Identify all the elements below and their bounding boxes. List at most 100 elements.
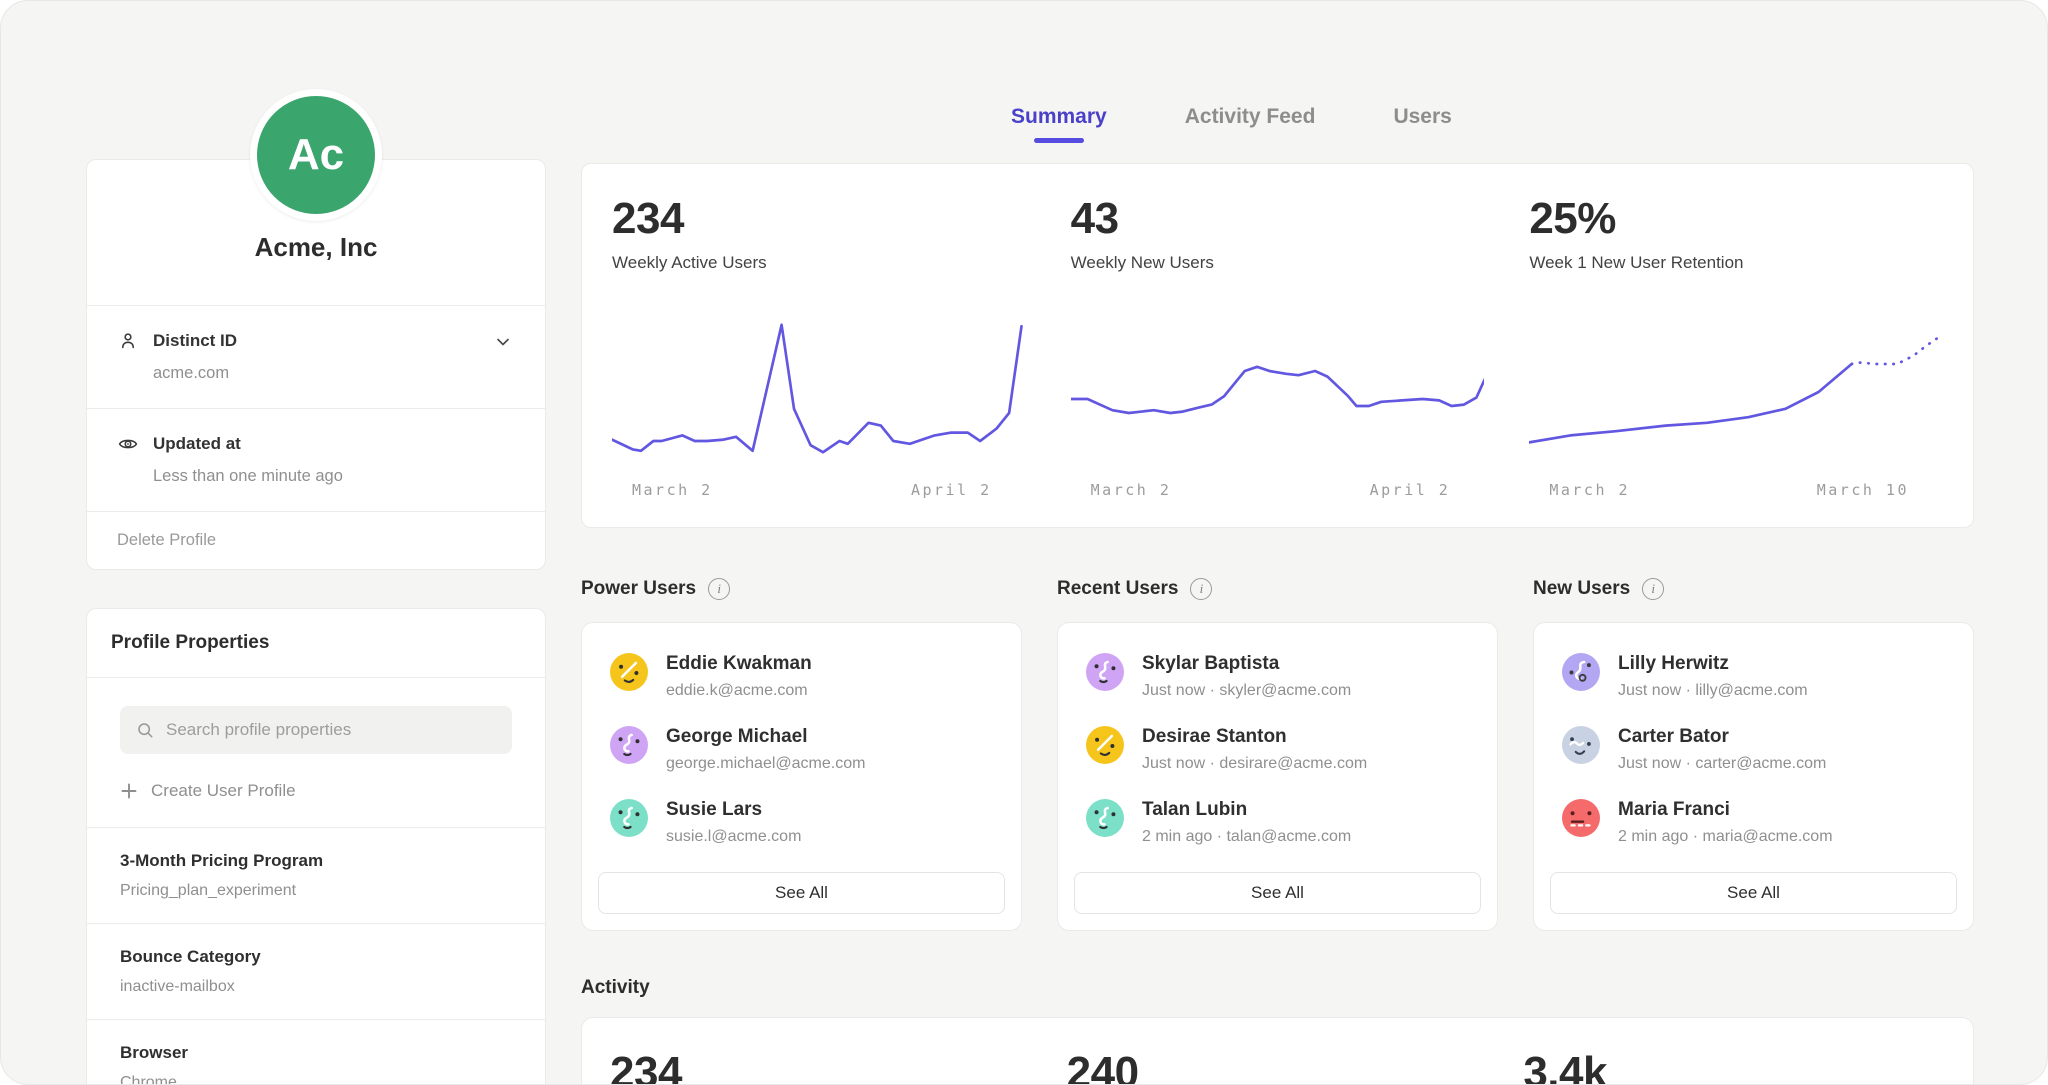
stat-week1-retention: 25% Week 1 New User Retention March 2 Ma…	[1529, 194, 1943, 499]
user-list-item[interactable]: Talan Lubin 2 min ago · talan@acme.com	[1058, 799, 1497, 846]
chart-x-axis: March 2 April 2	[612, 467, 1026, 499]
stat-value: 234	[612, 194, 1026, 244]
activity-section-title: Activity	[581, 977, 1974, 999]
power-users-section: Power Users i Eddie Kwakman eddie.k@acme…	[581, 578, 1022, 931]
property-value: inactive-mailbox	[120, 978, 512, 996]
profile-properties-card: Profile Properties Create User Profile	[86, 608, 546, 1085]
property-row[interactable]: Bounce Category inactive-mailbox	[87, 923, 545, 1019]
wink-face-icon	[610, 653, 648, 691]
updated-at-label: Updated at	[153, 434, 493, 454]
property-value: Pricing_plan_experiment	[120, 882, 512, 900]
search-profile-properties-input[interactable]	[120, 706, 512, 754]
profile-properties-title: Profile Properties	[111, 632, 521, 654]
property-row[interactable]: 3-Month Pricing Program Pricing_plan_exp…	[87, 827, 545, 923]
weekly-new-users-chart	[1071, 317, 1485, 467]
user-list-item[interactable]: Skylar Baptista Just now · skyler@acme.c…	[1058, 653, 1497, 700]
user-avatar	[1562, 653, 1600, 691]
user-avatar	[610, 799, 648, 837]
activity-card: 234 240 3.4k	[581, 1017, 1974, 1085]
see-all-button[interactable]: See All	[598, 872, 1005, 914]
see-all-button[interactable]: See All	[1074, 872, 1481, 914]
stat-label: Weekly Active Users	[612, 253, 1026, 273]
distinct-id-label: Distinct ID	[153, 331, 493, 351]
create-user-profile-label: Create User Profile	[151, 781, 296, 801]
company-name: Acme, Inc	[119, 232, 513, 263]
company-avatar: Ac	[250, 89, 382, 221]
user-sub: eddie.k@acme.com	[666, 682, 812, 700]
x-tick: March 10	[1817, 481, 1909, 499]
info-icon[interactable]: i	[1190, 578, 1212, 600]
flat-face-icon	[1562, 799, 1600, 837]
chart-x-axis: March 2 April 2	[1071, 467, 1485, 499]
summary-stats-card: 234 Weekly Active Users March 2 April 2 …	[581, 163, 1974, 528]
property-name: Bounce Category	[120, 947, 512, 967]
info-icon[interactable]: i	[1642, 578, 1664, 600]
tab-users[interactable]: Users	[1393, 105, 1451, 155]
user-list-item[interactable]: Susie Lars susie.l@acme.com	[582, 799, 1021, 846]
user-avatar	[1086, 726, 1124, 764]
create-user-profile-button[interactable]: Create User Profile	[120, 781, 512, 801]
user-sub: george.michael@acme.com	[666, 755, 865, 773]
retention-chart	[1529, 317, 1943, 467]
user-name: Talan Lubin	[1142, 799, 1351, 821]
search-icon	[135, 720, 155, 740]
stat-weekly-active-users: 234 Weekly Active Users March 2 April 2	[612, 194, 1026, 499]
delete-profile-link[interactable]: Delete Profile	[117, 531, 216, 549]
property-name: Browser	[120, 1043, 512, 1063]
x-tick: April 2	[911, 481, 992, 499]
tab-bar: Summary Activity Feed Users	[1011, 105, 1974, 155]
activity-stat-value: 234	[610, 1048, 1032, 1085]
updated-at-value: Less than one minute ago	[153, 467, 493, 486]
updated-at-row: Updated at Less than one minute ago	[87, 408, 545, 511]
profile-page: Ac Acme, Inc Distinct ID acme.com	[0, 0, 2048, 1085]
weekly-active-users-chart	[612, 317, 1026, 467]
section-title: Power Users	[581, 578, 696, 600]
see-all-button[interactable]: See All	[1550, 872, 1957, 914]
main-content: Summary Activity Feed Users 234 Weekly A…	[581, 105, 1974, 1085]
user-list-item[interactable]: George Michael george.michael@acme.com	[582, 726, 1021, 773]
user-list-item[interactable]: Desirae Stanton Just now · desirare@acme…	[1058, 726, 1497, 773]
user-sub: 2 min ago · maria@acme.com	[1618, 828, 1833, 846]
x-tick: April 2	[1370, 481, 1451, 499]
squiggle-face-icon	[610, 726, 648, 764]
info-icon[interactable]: i	[708, 578, 730, 600]
wink-face-icon	[1086, 726, 1124, 764]
user-sub: susie.l@acme.com	[666, 828, 801, 846]
curl-face-icon	[1562, 653, 1600, 691]
distinct-id-row[interactable]: Distinct ID acme.com	[87, 305, 545, 408]
user-sub: Just now · skyler@acme.com	[1142, 682, 1351, 700]
stat-label: Week 1 New User Retention	[1529, 253, 1943, 273]
user-avatar	[1086, 653, 1124, 691]
x-tick: March 2	[1549, 481, 1630, 499]
tab-summary[interactable]: Summary	[1011, 105, 1107, 155]
activity-stat-value: 3.4k	[1523, 1048, 1945, 1085]
user-name: George Michael	[666, 726, 865, 748]
x-tick: March 2	[1091, 481, 1172, 499]
x-tick: March 2	[632, 481, 713, 499]
user-list-item[interactable]: Lilly Herwitz Just now · lilly@acme.com	[1534, 653, 1973, 700]
activity-stat-value: 240	[1067, 1048, 1489, 1085]
user-avatar	[610, 653, 648, 691]
property-name: 3-Month Pricing Program	[120, 851, 512, 871]
recent-users-card: Skylar Baptista Just now · skyler@acme.c…	[1057, 622, 1498, 931]
property-value: Chrome	[120, 1074, 512, 1085]
chevron-down-icon[interactable]	[493, 332, 513, 352]
section-title: New Users	[1533, 578, 1630, 600]
user-list-item[interactable]: Maria Franci 2 min ago · maria@acme.com	[1534, 799, 1973, 846]
user-list-item[interactable]: Eddie Kwakman eddie.k@acme.com	[582, 653, 1021, 700]
user-name: Maria Franci	[1618, 799, 1833, 821]
squiggle-face-icon	[610, 799, 648, 837]
plus-icon	[120, 782, 138, 800]
power-users-card: Eddie Kwakman eddie.k@acme.com George Mi…	[581, 622, 1022, 931]
user-sub: Just now · carter@acme.com	[1618, 755, 1826, 773]
tab-activity-feed[interactable]: Activity Feed	[1185, 105, 1316, 155]
user-sub: Just now · lilly@acme.com	[1618, 682, 1808, 700]
section-title: Recent Users	[1057, 578, 1178, 600]
user-avatar	[1562, 799, 1600, 837]
property-row[interactable]: Browser Chrome	[87, 1019, 545, 1085]
user-list-item[interactable]: Carter Bator Just now · carter@acme.com	[1534, 726, 1973, 773]
stat-value: 25%	[1529, 194, 1943, 244]
user-avatar	[1562, 726, 1600, 764]
user-name: Carter Bator	[1618, 726, 1826, 748]
user-sub: Just now · desirare@acme.com	[1142, 755, 1367, 773]
